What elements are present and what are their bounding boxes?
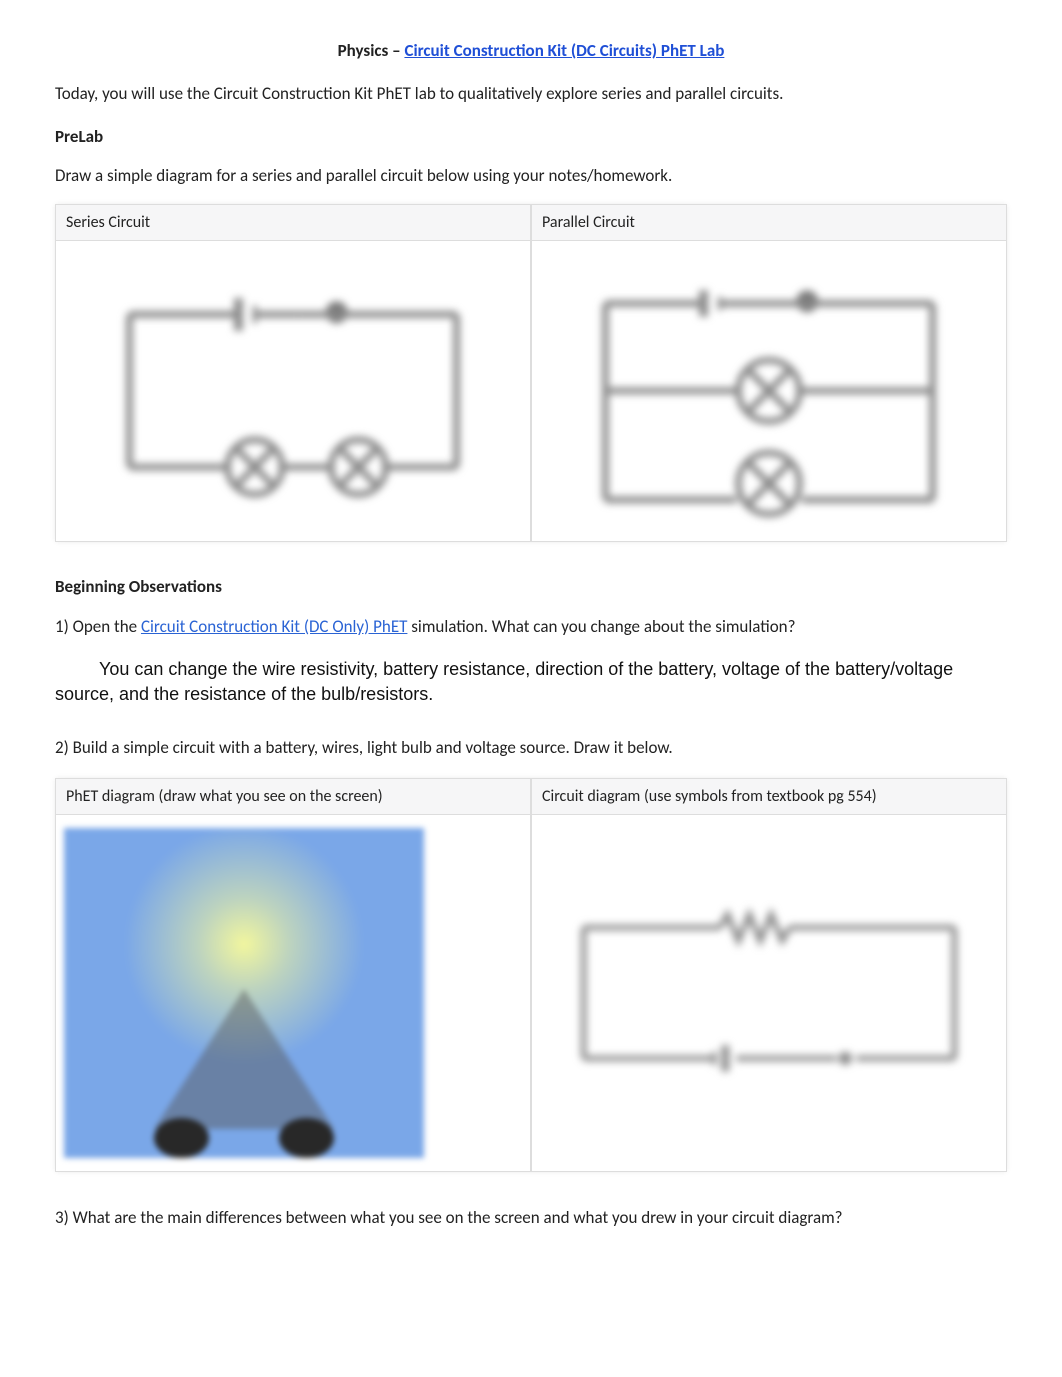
- parallel-circuit-sketch: [540, 249, 998, 533]
- circuit-symbol-sketch: [540, 823, 998, 1163]
- prelab-header: PreLab: [55, 126, 1007, 147]
- q2-diagram-table: PhET diagram (draw what you see on the s…: [55, 778, 1007, 1172]
- circuit-symbol-cell: [531, 815, 1007, 1172]
- question-1: 1) Open the Circuit Construction Kit (DC…: [55, 615, 1007, 640]
- page-title: Physics – Circuit Construction Kit (DC C…: [55, 40, 1007, 61]
- q1-link[interactable]: Circuit Construction Kit (DC Only) PhET: [141, 616, 407, 637]
- q1-suffix: simulation. What can you change about th…: [407, 616, 795, 637]
- observations-header: Beginning Observations: [55, 576, 1007, 597]
- prelab-instruction: Draw a simple diagram for a series and p…: [55, 165, 1007, 186]
- answer-1-text: You can change the wire resistivity, bat…: [55, 659, 953, 704]
- title-prefix: Physics –: [338, 40, 405, 61]
- phet-diagram-header: PhET diagram (draw what you see on the s…: [55, 778, 531, 815]
- parallel-diagram-cell: [531, 241, 1007, 542]
- question-3: 3) What are the main differences between…: [55, 1206, 1007, 1231]
- title-link[interactable]: Circuit Construction Kit (DC Circuits) P…: [404, 40, 724, 61]
- answer-1: You can change the wire resistivity, bat…: [55, 657, 1007, 707]
- series-circuit-sketch: [64, 249, 522, 533]
- question-2: 2) Build a simple circuit with a battery…: [55, 736, 1007, 761]
- circuit-diagram-header: Circuit diagram (use symbols from textbo…: [531, 778, 1007, 815]
- intro-text: Today, you will use the Circuit Construc…: [55, 83, 1007, 104]
- q1-prefix: 1) Open the: [55, 616, 141, 637]
- series-header: Series Circuit: [55, 204, 531, 241]
- prelab-diagram-table: Series Circuit: [55, 204, 1007, 542]
- parallel-header: Parallel Circuit: [531, 204, 1007, 241]
- phet-diagram-cell: [55, 815, 531, 1172]
- phet-sim-image: [64, 828, 424, 1158]
- series-diagram-cell: [55, 241, 531, 542]
